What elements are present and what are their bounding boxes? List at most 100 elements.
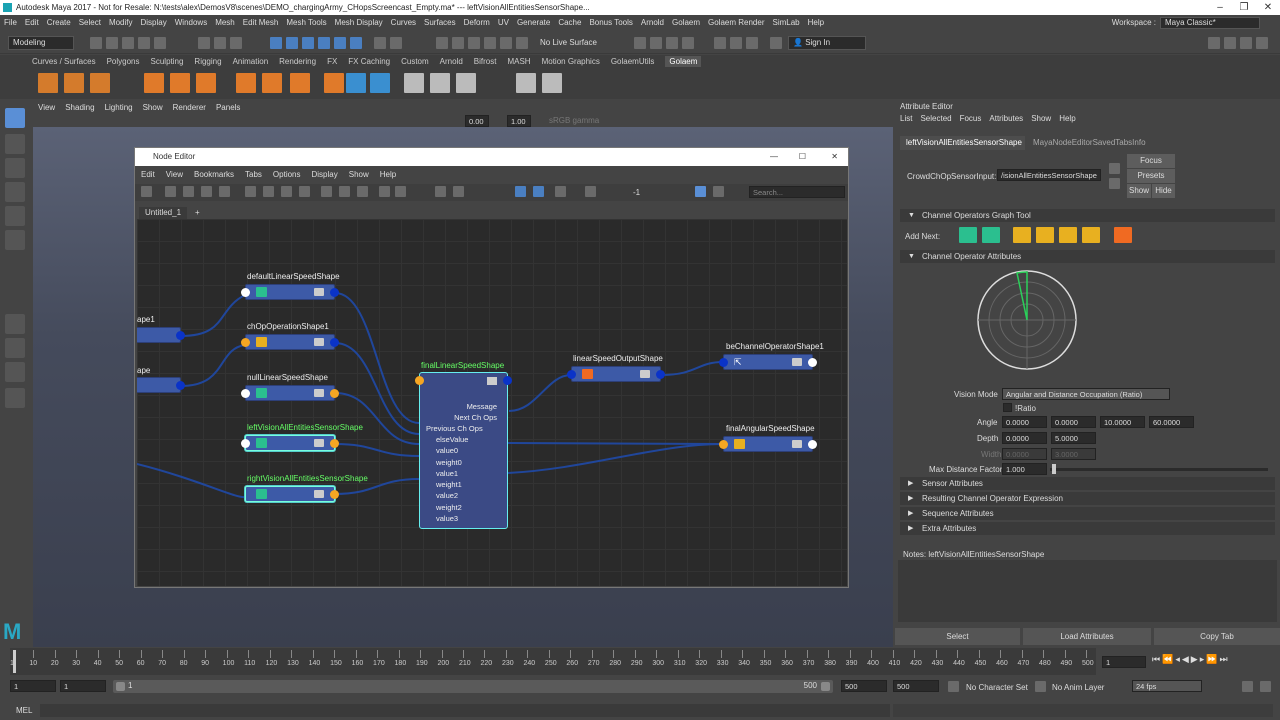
menu-cache[interactable]: Cache	[558, 18, 581, 27]
ae-menu-list[interactable]: List	[900, 114, 912, 123]
ae-menu-help[interactable]: Help	[1059, 114, 1075, 123]
layout-graph-icon[interactable]	[281, 186, 292, 197]
select-object-icon[interactable]	[214, 37, 226, 49]
side-by-side-icon[interactable]	[5, 362, 25, 382]
menu-mesh-tools[interactable]: Mesh Tools	[286, 18, 326, 27]
ne-minimize-button[interactable]: —	[770, 148, 778, 166]
ae-hide-button[interactable]: Hide	[1152, 184, 1175, 198]
ne-menu-edit[interactable]: Edit	[141, 170, 155, 179]
menu-bonus-tools[interactable]: Bonus Tools	[589, 18, 632, 27]
node-9-menu-icon[interactable]	[792, 440, 802, 448]
golaem-path-icon[interactable]	[262, 73, 282, 93]
snap-surface-icon[interactable]	[334, 37, 346, 49]
shelf-tab-golaem[interactable]: Golaem	[665, 56, 702, 67]
sync-icon[interactable]	[585, 186, 596, 197]
section-graph-tool[interactable]: ▼ Channel Operators Graph Tool	[900, 209, 1275, 222]
full-mode-icon[interactable]	[357, 186, 368, 197]
select-tool-icon[interactable]	[5, 108, 25, 128]
attribute-editor-toggle-icon[interactable]	[1224, 37, 1236, 49]
live-surface-label[interactable]: No Live Surface	[540, 38, 597, 47]
node-chop-operation[interactable]	[241, 334, 339, 350]
node-right-vision-sensor[interactable]	[245, 486, 339, 502]
layout-icon[interactable]	[770, 37, 782, 49]
menu-curves[interactable]: Curves	[391, 18, 416, 27]
channel-box-icon[interactable]	[1256, 37, 1268, 49]
save-scene-icon[interactable]	[122, 37, 134, 49]
golaem-browser-icon[interactable]	[542, 73, 562, 93]
node-1-in-port[interactable]	[241, 288, 250, 297]
golaem-flow-icon[interactable]	[290, 73, 310, 93]
add-sensor-icon[interactable]	[982, 227, 1000, 243]
ne-menu-show[interactable]: Show	[349, 170, 369, 179]
shelf-tab-fx-caching[interactable]: FX Caching	[348, 57, 390, 66]
node-4-in-port[interactable]	[241, 439, 250, 448]
add-output-icon[interactable]	[1114, 227, 1132, 243]
play-forward-icon[interactable]: ▶	[1191, 654, 1200, 664]
colorspace-select[interactable]: sRGB gamma	[549, 116, 599, 125]
shelf-tab-mash[interactable]: MASH	[507, 57, 530, 66]
range-handle-right[interactable]	[821, 682, 830, 691]
node-cut1-out-port[interactable]	[176, 331, 185, 340]
ne-maximize-button[interactable]: ☐	[799, 148, 806, 166]
node-8-out-port[interactable]	[808, 358, 817, 367]
command-input[interactable]	[40, 704, 890, 717]
node-8-in-port[interactable]	[719, 358, 728, 367]
menu-uv[interactable]: UV	[498, 18, 509, 27]
graph-io-icon[interactable]	[183, 186, 194, 197]
auto-key-icon[interactable]	[1242, 681, 1253, 692]
character-set-icon[interactable]	[948, 681, 959, 692]
fps-select[interactable]: 24 fps	[1132, 680, 1202, 692]
maximize-button[interactable]: ❐	[1232, 0, 1256, 15]
golaem-entity-icon[interactable]	[64, 73, 84, 93]
node-graph[interactable]: defaultLinearSpeedShape chOpOperationSha…	[137, 219, 847, 586]
node-default-linear-speed[interactable]	[241, 284, 339, 300]
sign-in-button[interactable]: 👤 Sign In	[788, 36, 866, 50]
depth-field-2[interactable]: 5.0000	[1051, 432, 1096, 444]
remove-selected-icon[interactable]	[219, 186, 230, 197]
lasso-tool-icon[interactable]	[5, 134, 25, 154]
undo-icon[interactable]	[138, 37, 150, 49]
current-frame-field[interactable]: 1	[1102, 656, 1146, 668]
ae-menu-focus[interactable]: Focus	[960, 114, 982, 123]
grid-snap-icon[interactable]	[695, 186, 706, 197]
single-view-icon[interactable]	[5, 314, 25, 334]
shelf-tab-animation[interactable]: Animation	[233, 57, 269, 66]
section-sensor-attributes[interactable]: ▶ Sensor Attributes	[900, 477, 1275, 490]
node-5-menu-icon[interactable]	[314, 490, 324, 498]
minimize-button[interactable]: –	[1208, 0, 1232, 15]
magnet-icon-6[interactable]	[516, 37, 528, 49]
node-5-out-port[interactable]	[330, 490, 339, 499]
attr-value0[interactable]: value0	[436, 445, 458, 456]
node-7-menu-icon[interactable]	[640, 370, 650, 378]
gamma-field[interactable]: 1.00	[507, 115, 531, 127]
attr-value3[interactable]: value3	[436, 513, 458, 524]
pin-icon[interactable]	[555, 186, 566, 197]
node-1-menu-icon[interactable]	[314, 288, 324, 296]
ae-select-button[interactable]: Select	[895, 628, 1020, 645]
snap-view-icon[interactable]	[318, 37, 330, 49]
golaem-run-icon[interactable]	[430, 73, 450, 93]
node-offscreen-1[interactable]	[137, 327, 185, 343]
menu-file[interactable]: File	[4, 18, 17, 27]
render-icon[interactable]	[650, 37, 662, 49]
node-linear-speed-output[interactable]	[567, 366, 665, 382]
menu-windows[interactable]: Windows	[175, 18, 207, 27]
snap-grid-icon[interactable]	[270, 37, 282, 49]
golaem-simulate-icon[interactable]	[324, 73, 344, 93]
select-hierarchy-icon[interactable]	[198, 37, 210, 49]
rotate-tool-icon[interactable]	[5, 206, 25, 226]
ne-menu-tabs[interactable]: Tabs	[245, 170, 262, 179]
ae-focus-button[interactable]: Focus	[1127, 154, 1175, 168]
golaem-character-icon[interactable]	[144, 73, 164, 93]
anim-layer-icon[interactable]	[1035, 681, 1046, 692]
viewport-menu-view[interactable]: View	[38, 103, 55, 112]
ae-copy-tab-button[interactable]: Copy Tab	[1154, 628, 1280, 645]
add-tab-button[interactable]: +	[195, 207, 200, 219]
menu-select[interactable]: Select	[79, 18, 101, 27]
section-channel-operator-attributes[interactable]: ▼ Channel Operator Attributes	[900, 250, 1275, 263]
node-left-vision-sensor[interactable]	[241, 435, 339, 451]
menu-mesh[interactable]: Mesh	[215, 18, 235, 27]
node-4-out-port[interactable]	[330, 439, 339, 448]
viewport-menu-lighting[interactable]: Lighting	[105, 103, 133, 112]
angle-field-2[interactable]: 0.0000	[1051, 416, 1096, 428]
